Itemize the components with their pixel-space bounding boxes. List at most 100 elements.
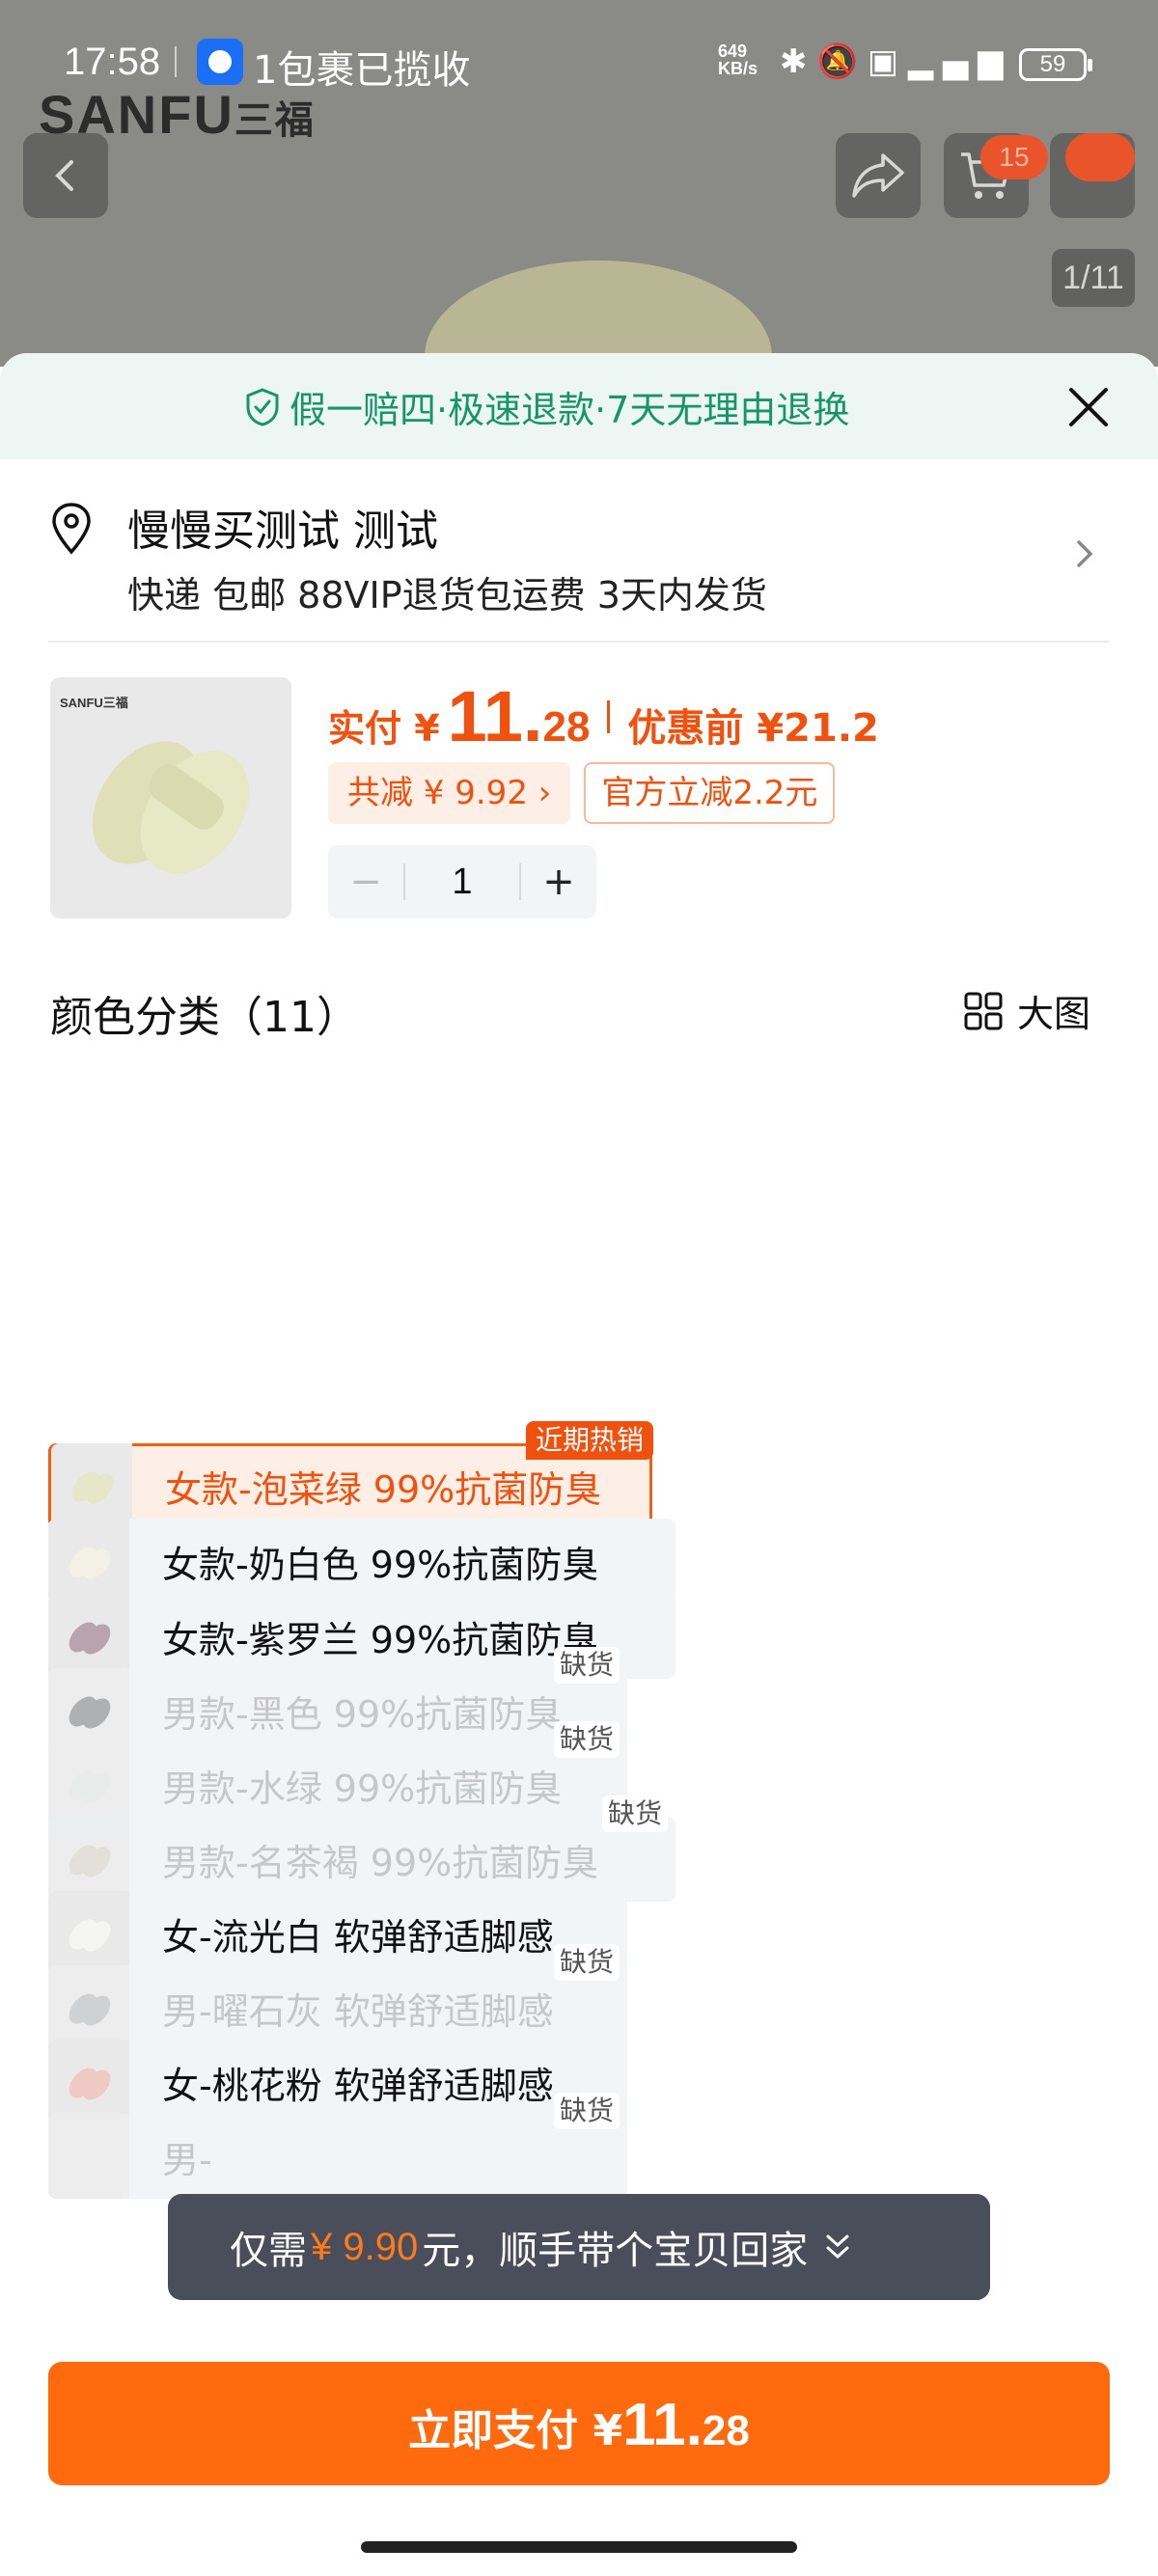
color-option: 男- 缺货 [48, 2093, 627, 2199]
slipper-thumbnail-icon [69, 1770, 111, 1803]
cart-count-badge: 15 [980, 135, 1048, 179]
shield-check-icon [246, 387, 279, 426]
slipper-image [92, 741, 250, 874]
image-counter: 1/11 [1052, 249, 1135, 307]
shipping-info: 快递 包邮 88VIP退货包运费 3天内发货 [127, 574, 767, 617]
official-discount-chip: 官方立减2.2元 [584, 762, 836, 824]
pay-now-button[interactable]: 立即支付 ¥ 11. 28 [48, 2362, 1110, 2485]
chevron-left-icon [55, 160, 73, 191]
color-option-label: 女-流光白 软弹舒适脚感 [162, 1915, 554, 1959]
color-option-label: 男款-名茶褐 99%抗菌防臭 [162, 1841, 599, 1884]
color-option: 男款-黑色 99%抗菌防臭 缺货 [48, 1647, 627, 1753]
product-thumbnail[interactable]: SANFU三福 [50, 677, 291, 918]
mute-icon: 🔕 [816, 42, 868, 81]
price-row: 实付 ¥ 11. 28 优惠前 ¥21.2 [328, 675, 879, 757]
hd-icon: ▣ [867, 42, 908, 81]
color-option-label: 女款-泡菜绿 99%抗菌防臭 [165, 1467, 602, 1511]
bluetooth-icon: ✱ [780, 42, 817, 81]
color-options-title: 颜色分类（11） [50, 993, 359, 1042]
color-option-label: 男款-水绿 99%抗菌防臭 [162, 1767, 563, 1810]
color-option-thumbnail [48, 1668, 129, 1753]
out-of-stock-tag: 缺货 [553, 2093, 620, 2129]
discount-chips: 共减 ¥ 9.92 › 官方立减2.2元 [328, 762, 836, 824]
pay-button-label: 立即支付 ¥ [408, 2406, 623, 2455]
slipper-thumbnail-icon [69, 2068, 111, 2100]
color-option-label: 男-曜石灰 软弹舒适脚感 [162, 1989, 554, 2033]
color-option: 男款-水绿 99%抗菌防臭 缺货 [48, 1721, 627, 1827]
notification-app-icon [197, 39, 243, 85]
big-view-toggle[interactable]: 大图 [963, 984, 1090, 1037]
divider [48, 641, 1110, 643]
color-option-thumbnail [48, 2040, 129, 2124]
shipping-address[interactable]: 慢慢买测试 测试 快递 包邮 88VIP退货包运费 3天内发货 [48, 496, 1110, 641]
color-option-thumbnail [48, 1817, 129, 1902]
color-option-label: 男款-黑色 99%抗菌防臭 [162, 1692, 563, 1736]
back-button[interactable] [23, 133, 108, 218]
color-option-thumbnail [48, 1594, 129, 1679]
slipper-thumbnail-icon [71, 1471, 114, 1504]
product-image-backdrop [425, 260, 772, 367]
slipper-thumbnail-icon [69, 1696, 111, 1729]
decrease-button[interactable]: − [328, 860, 403, 904]
color-option-thumbnail [48, 1965, 129, 2050]
location-pin-icon [52, 503, 91, 555]
status-bar: 17:58 1包裹已揽收 649 KB/s ✱🔕▣▂▄▆ 59 [0, 0, 1158, 125]
toast-suffix: 元，顺手带个宝贝回家 [422, 2229, 809, 2273]
color-option-label: 女款-奶白色 99%抗菌防臭 [162, 1543, 599, 1586]
status-notification: 1包裹已揽收 [253, 48, 471, 93]
guarantee-text: 假一赔四·极速退款·7天无理由退换 [290, 389, 850, 431]
message-badge [1065, 133, 1135, 181]
total-discount-chip[interactable]: 共减 ¥ 9.92 › [328, 762, 571, 824]
color-option[interactable]: 女-流光白 软弹舒适脚感 [48, 1891, 627, 1976]
close-icon[interactable] [1063, 382, 1114, 432]
share-button[interactable] [836, 133, 921, 218]
price-separator [607, 699, 611, 733]
price-before-discount: 优惠前 ¥21.2 [627, 706, 879, 751]
thumbnail-logo: SANFU三福 [60, 696, 128, 710]
status-divider [175, 46, 177, 77]
slipper-thumbnail-icon [69, 1993, 111, 2026]
slipper-thumbnail-icon [69, 1919, 111, 1952]
color-option[interactable]: 女-桃花粉 软弹舒适脚感 [48, 2040, 627, 2124]
chevron-right-icon [1077, 540, 1093, 567]
double-chevron-down-icon [826, 2234, 849, 2260]
toast-price: ¥ 9.90 [311, 2225, 419, 2268]
color-option-thumbnail [48, 1742, 129, 1827]
color-option[interactable]: 女款-泡菜绿 99%抗菌防臭 近期热销 [48, 1421, 653, 1528]
slipper-thumbnail-icon [69, 2142, 111, 2175]
color-option-label: 男- [162, 2138, 212, 2181]
color-option-thumbnail [51, 1443, 132, 1528]
quantity-stepper: − 1 + [328, 845, 596, 918]
out-of-stock-tag: 缺货 [553, 1647, 620, 1684]
hot-sale-tag: 近期热销 [525, 1421, 653, 1460]
network-speed: 649 KB/s [718, 41, 758, 78]
sku-selection-sheet: 假一赔四·极速退款·7天无理由退换 慢慢买测试 测试 快递 包邮 88VIP退货… [0, 353, 1158, 2576]
out-of-stock-tag: 缺货 [601, 1795, 668, 1832]
signal-icon: ▂▄▆ [907, 42, 1013, 81]
color-option: 男款-名茶褐 99%抗菌防臭 缺货 [48, 1795, 676, 1902]
color-option-thumbnail [48, 1891, 129, 1976]
out-of-stock-tag: 缺货 [553, 1944, 620, 1981]
addon-suggestion-toast[interactable]: 仅需 ¥ 9.90 元，顺手带个宝贝回家 [168, 2194, 990, 2300]
quantity-value[interactable]: 1 [405, 862, 519, 903]
color-option[interactable]: 女款-奶白色 99%抗菌防臭 [48, 1519, 676, 1603]
battery-indicator: 59 [1019, 48, 1092, 81]
slipper-thumbnail-icon [69, 1845, 111, 1877]
address-recipient: 慢慢买测试 测试 [127, 507, 438, 556]
home-indicator[interactable] [361, 2541, 797, 2553]
pay-button-price-decimal: 28 [702, 2407, 750, 2454]
color-option-thumbnail [48, 1519, 129, 1603]
price-integer: 11. [447, 676, 543, 756]
share-icon [852, 153, 904, 198]
color-option: 男-曜石灰 软弹舒适脚感 缺货 [48, 1944, 627, 2050]
color-option-label: 女-桃花粉 软弹舒适脚感 [162, 2064, 554, 2107]
pay-label: 实付 ¥ [328, 707, 440, 750]
grid-icon [964, 992, 1003, 1029]
status-time: 17:58 [64, 41, 161, 83]
toast-prefix: 仅需 [230, 2229, 307, 2273]
slipper-thumbnail-icon [69, 1547, 111, 1579]
guarantee-banner: 假一赔四·极速退款·7天无理由退换 [0, 353, 1158, 459]
out-of-stock-tag: 缺货 [553, 1721, 620, 1758]
slipper-thumbnail-icon [69, 1622, 111, 1655]
increase-button[interactable]: + [521, 860, 596, 904]
